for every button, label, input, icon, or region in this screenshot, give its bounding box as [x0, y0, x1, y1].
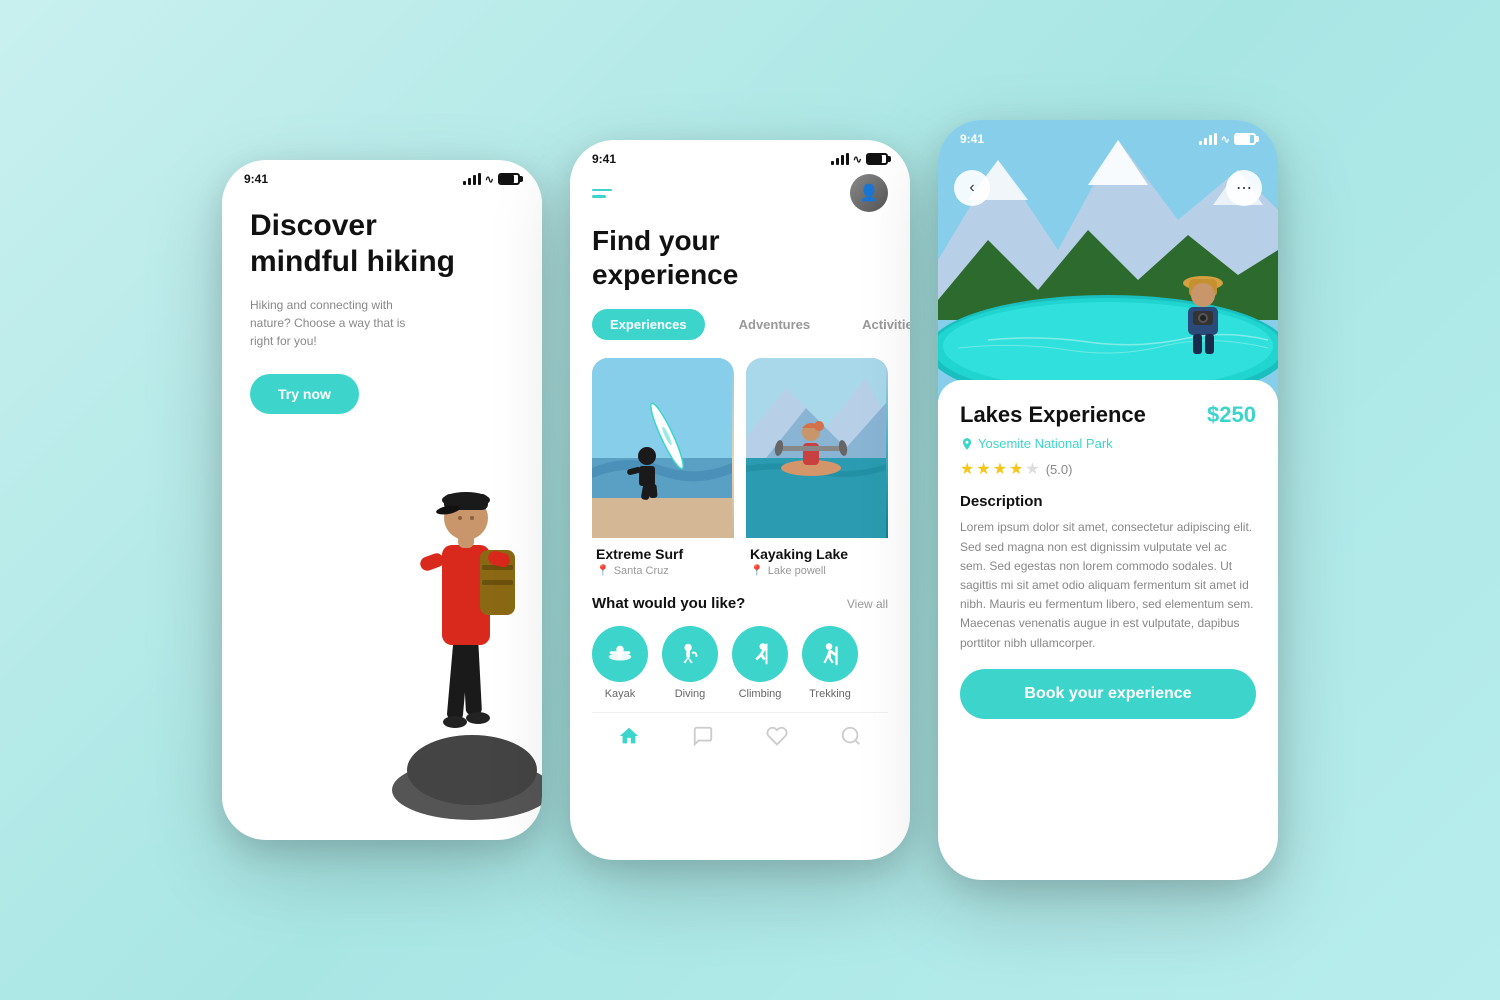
activity-trekking[interactable]: Trekking — [802, 626, 858, 700]
app-mockup: 9:41 ∿ Discover mindful hiking Hiking an… — [222, 120, 1278, 880]
surf-image — [592, 358, 734, 538]
wifi-icon-2: ∿ — [853, 153, 862, 166]
screen-2-phone: 9:41 ∿ 👤 Find you — [570, 140, 910, 860]
home-nav-icon[interactable] — [618, 725, 640, 753]
diving-label: Diving — [675, 688, 706, 700]
messages-nav-icon[interactable] — [692, 725, 714, 753]
time-3: 9:41 — [960, 132, 984, 146]
star-5: ★ — [1025, 459, 1039, 479]
diving-icon — [662, 626, 718, 682]
status-bar-3: 9:41 ∿ — [938, 120, 1278, 150]
wifi-icon: ∿ — [485, 173, 494, 186]
search-nav-icon[interactable] — [840, 725, 862, 753]
star-3: ★ — [993, 459, 1007, 479]
status-icons-2: ∿ — [831, 153, 888, 166]
screen1-text-block: Discover mindful hiking Hiking and conne… — [250, 208, 514, 414]
tab-adventures[interactable]: Adventures — [721, 309, 829, 340]
battery-icon-2 — [866, 153, 888, 165]
climbing-label: Climbing — [739, 688, 782, 700]
status-icons-1: ∿ — [463, 173, 520, 186]
activity-kayak[interactable]: Kayak — [592, 626, 648, 700]
rating-text: (5.0) — [1046, 462, 1073, 477]
detail-panel: Lakes Experience $250 Yosemite National … — [938, 380, 1278, 719]
star-2: ★ — [976, 459, 990, 479]
user-avatar[interactable]: 👤 — [850, 174, 888, 212]
wifi-icon-3: ∿ — [1221, 133, 1230, 146]
stars-row: ★ ★ ★ ★ ★ (5.0) — [960, 459, 1256, 479]
tab-activities[interactable]: Activities — [844, 309, 910, 340]
status-bar-2: 9:41 ∿ — [570, 140, 910, 170]
description-heading: Description — [960, 493, 1256, 510]
battery-icon-3 — [1234, 133, 1256, 145]
screen1-subtitle: Hiking and connecting with nature? Choos… — [250, 296, 410, 350]
location-pin-icon-3 — [960, 437, 974, 451]
location-pin-icon-2: 📍 — [750, 564, 764, 577]
screen2-body: 👤 Find your experience Experiences Adven… — [570, 170, 910, 769]
view-all-link[interactable]: View all — [847, 597, 888, 611]
kayak-icon — [592, 626, 648, 682]
screen2-header: 👤 — [592, 170, 888, 212]
detail-price: $250 — [1207, 402, 1256, 428]
status-bar-1: 9:41 ∿ — [222, 160, 542, 190]
tab-experiences[interactable]: Experiences — [592, 309, 705, 340]
kayak-image — [746, 358, 888, 538]
favorites-nav-icon[interactable] — [766, 725, 788, 753]
time-2: 9:41 — [592, 152, 616, 166]
battery-icon — [498, 173, 520, 185]
time-1: 9:41 — [244, 172, 268, 186]
detail-title: Lakes Experience — [960, 402, 1146, 428]
signal-icon-2 — [831, 153, 849, 165]
activity-diving[interactable]: Diving — [662, 626, 718, 700]
detail-title-row: Lakes Experience $250 — [960, 402, 1256, 428]
star-1: ★ — [960, 459, 974, 479]
surf-card-location: 📍 Santa Cruz — [596, 564, 730, 577]
what-section-title: What would you like? — [592, 595, 745, 612]
surf-card-title: Extreme Surf — [596, 546, 730, 562]
activity-climbing[interactable]: Climbing — [732, 626, 788, 700]
description-body: Lorem ipsum dolor sit amet, consectetur … — [960, 518, 1256, 652]
signal-icon-3 — [1199, 133, 1217, 145]
star-4: ★ — [1009, 459, 1023, 479]
screen1-body: Discover mindful hiking Hiking and conne… — [222, 190, 542, 820]
detail-location: Yosemite National Park — [960, 436, 1256, 451]
screen2-title: Find your experience — [592, 224, 888, 291]
climbing-icon — [732, 626, 788, 682]
hero-image: 9:41 ∿ — [938, 120, 1278, 400]
back-button[interactable]: ‹ — [954, 170, 990, 206]
book-experience-button[interactable]: Book your experience — [960, 669, 1256, 719]
kayak-card[interactable]: Kayaking Lake 📍 Lake powell — [746, 358, 888, 577]
surf-card[interactable]: Extreme Surf 📍 Santa Cruz — [592, 358, 734, 577]
screen1-title: Discover mindful hiking — [250, 208, 514, 280]
more-options-button[interactable]: ⋯ — [1226, 170, 1262, 206]
screen-1-phone: 9:41 ∿ Discover mindful hiking Hiking an… — [222, 160, 542, 840]
activities-row: Kayak Diving — [592, 626, 888, 700]
location-text: Yosemite National Park — [978, 436, 1113, 451]
screen-3-phone: 9:41 ∿ — [938, 120, 1278, 880]
trekking-label: Trekking — [809, 688, 851, 700]
surf-card-info: Extreme Surf 📍 Santa Cruz — [592, 538, 734, 577]
location-pin-icon: 📍 — [596, 564, 610, 577]
kayak-label: Kayak — [605, 688, 636, 700]
bottom-nav — [592, 712, 888, 769]
kayak-card-title: Kayaking Lake — [750, 546, 884, 562]
cards-row: Extreme Surf 📍 Santa Cruz — [592, 358, 888, 577]
signal-icon — [463, 173, 481, 185]
kayak-card-location: 📍 Lake powell — [750, 564, 884, 577]
section-header: What would you like? View all — [592, 595, 888, 612]
status-icons-3: ∿ — [1199, 133, 1256, 146]
kayak-card-info: Kayaking Lake 📍 Lake powell — [746, 538, 888, 577]
try-now-button[interactable]: Try now — [250, 374, 359, 414]
tabs-row: Experiences Adventures Activities — [592, 309, 888, 340]
trekking-icon — [802, 626, 858, 682]
hamburger-menu[interactable] — [592, 189, 612, 198]
